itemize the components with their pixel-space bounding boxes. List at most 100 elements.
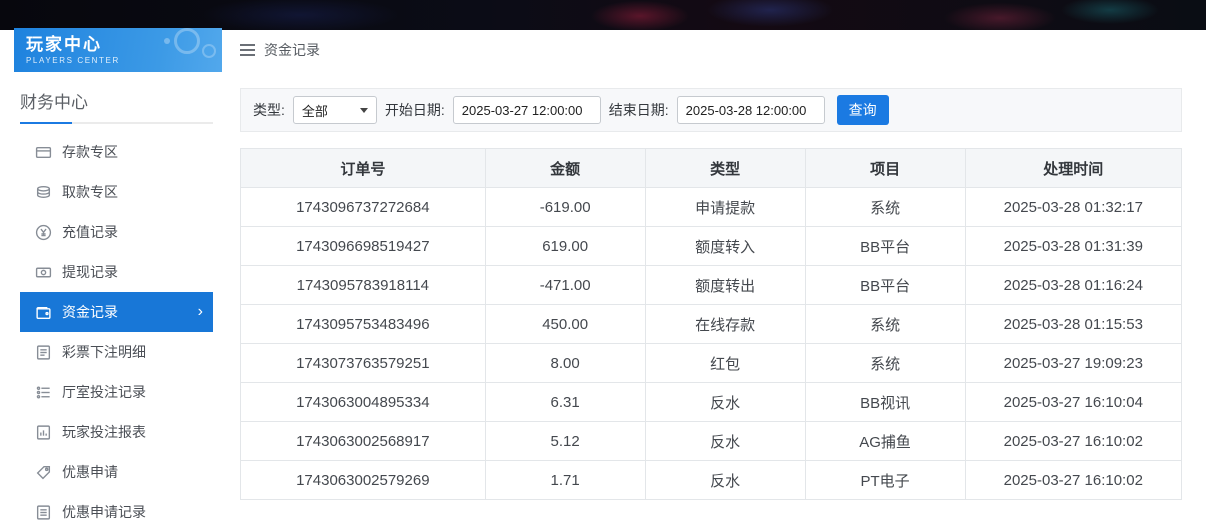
funds-icon [35, 304, 52, 321]
table-cell: 系统 [805, 188, 965, 227]
sidebar-item-fund-records[interactable]: 资金记录› [20, 292, 213, 332]
table-cell: 2025-03-27 19:09:23 [965, 344, 1181, 383]
sidebar-item-player-bet-report[interactable]: 玩家投注报表 [20, 412, 213, 452]
column-header: 类型 [645, 149, 805, 188]
section-underline [20, 122, 213, 124]
decorative-dot-icon [164, 38, 170, 44]
start-date-input[interactable] [453, 96, 601, 124]
promo-record-icon [35, 504, 52, 521]
table-cell: PT电子 [805, 461, 965, 500]
top-banner [0, 0, 1206, 30]
table-cell: -619.00 [485, 188, 645, 227]
table-cell: 1743095753483496 [241, 305, 486, 344]
table-cell: 2025-03-27 16:10:02 [965, 461, 1181, 500]
table-cell: BB平台 [805, 227, 965, 266]
table-cell: 2025-03-27 16:10:02 [965, 422, 1181, 461]
decorative-ring-icon [202, 44, 216, 58]
sidebar-item-promo-apply-records[interactable]: 优惠申请记录 [20, 492, 213, 532]
sidebar-item-cashout-records[interactable]: 提现记录 [20, 252, 213, 292]
end-date-label: 结束日期: [609, 100, 669, 120]
table-cell: 反水 [645, 383, 805, 422]
table-cell: 1743063002568917 [241, 422, 486, 461]
sidebar-item-withdraw-zone[interactable]: 取款专区 [20, 172, 213, 212]
table-cell: 2025-03-28 01:32:17 [965, 188, 1181, 227]
deposit-icon [35, 144, 52, 161]
table-cell: 反水 [645, 422, 805, 461]
table-row: 1743096698519427619.00额度转入BB平台2025-03-28… [241, 227, 1182, 266]
page-layout: 玩家中心 PLAYERS CENTER 财务中心 存款专区取款专区充值记录提现记… [0, 30, 1206, 508]
type-select[interactable]: 全部 [293, 96, 377, 124]
start-date-label: 开始日期: [385, 100, 445, 120]
table-cell: 2025-03-28 01:31:39 [965, 227, 1181, 266]
promo-icon [35, 464, 52, 481]
sidebar-item-label: 提现记录 [62, 262, 118, 282]
table-cell: 1743095783918114 [241, 266, 486, 305]
hamburger-menu-icon[interactable] [240, 44, 255, 56]
table-cell: 申请提款 [645, 188, 805, 227]
table-cell: -471.00 [485, 266, 645, 305]
table-cell: 反水 [645, 461, 805, 500]
sidebar-item-deposit-zone[interactable]: 存款专区 [20, 132, 213, 172]
sidebar-item-label: 彩票下注明细 [62, 342, 146, 362]
sidebar-item-lottery-bet-details[interactable]: 彩票下注明细 [20, 332, 213, 372]
table-cell: 1743096698519427 [241, 227, 486, 266]
table-cell: BB平台 [805, 266, 965, 305]
table-row: 17430737635792518.00红包系统2025-03-27 19:09… [241, 344, 1182, 383]
sidebar-item-hall-bet-records[interactable]: 厅室投注记录 [20, 372, 213, 412]
column-header: 处理时间 [965, 149, 1181, 188]
lottery-icon [35, 344, 52, 361]
table-cell: 8.00 [485, 344, 645, 383]
column-header: 项目 [805, 149, 965, 188]
table-row: 17430630048953346.31反水BB视讯2025-03-27 16:… [241, 383, 1182, 422]
end-date-input[interactable] [677, 96, 825, 124]
sidebar-section-title: 财务中心 [20, 88, 208, 122]
sidebar-item-label: 充值记录 [62, 222, 118, 242]
sidebar-item-label: 取款专区 [62, 182, 118, 202]
sidebar-item-promo-apply[interactable]: 优惠申请 [20, 452, 213, 492]
table-header-row: 订单号金额类型项目处理时间 [241, 149, 1182, 188]
search-button[interactable]: 查询 [837, 95, 889, 125]
funds-table: 订单号金额类型项目处理时间 1743096737272684-619.00申请提… [240, 148, 1182, 500]
table-cell: 2025-03-27 16:10:04 [965, 383, 1181, 422]
decorative-ring-icon [174, 28, 200, 54]
sidebar-item-label: 优惠申请 [62, 462, 118, 482]
cashout-icon [35, 264, 52, 281]
table-cell: 1.71 [485, 461, 645, 500]
table-cell: 在线存款 [645, 305, 805, 344]
filter-bar: 类型: 全部 开始日期: 结束日期: 查询 [240, 88, 1182, 132]
sidebar: 玩家中心 PLAYERS CENTER 财务中心 存款专区取款专区充值记录提现记… [0, 30, 228, 508]
table-cell: 1743073763579251 [241, 344, 486, 383]
report-icon [35, 424, 52, 441]
table-cell: 额度转出 [645, 266, 805, 305]
withdraw-icon [35, 184, 52, 201]
table-cell: 2025-03-28 01:16:24 [965, 266, 1181, 305]
table-cell: 1743063002579269 [241, 461, 486, 500]
table-row: 1743095753483496450.00在线存款系统2025-03-28 0… [241, 305, 1182, 344]
table-body: 1743096737272684-619.00申请提款系统2025-03-28 … [241, 188, 1182, 500]
sidebar-item-recharge-records[interactable]: 充值记录 [20, 212, 213, 252]
breadcrumb: 资金记录 [240, 30, 1182, 70]
main-content: 资金记录 类型: 全部 开始日期: 结束日期: 查询 订单号金额类型项目处理时间… [228, 30, 1206, 508]
sidebar-item-label: 资金记录 [62, 302, 118, 322]
table-cell: 额度转入 [645, 227, 805, 266]
sidebar-item-label: 厅室投注记录 [62, 382, 146, 402]
table-cell: 450.00 [485, 305, 645, 344]
table-cell: 1743063004895334 [241, 383, 486, 422]
type-select-value: 全部 [302, 101, 328, 120]
chevron-down-icon [360, 108, 368, 113]
table-cell: 2025-03-28 01:15:53 [965, 305, 1181, 344]
table-cell: BB视讯 [805, 383, 965, 422]
column-header: 订单号 [241, 149, 486, 188]
recharge-icon [35, 224, 52, 241]
table-cell: 1743096737272684 [241, 188, 486, 227]
hall-icon [35, 384, 52, 401]
sidebar-item-label: 优惠申请记录 [62, 502, 146, 522]
table-row: 17430630025689175.12反水AG捕鱼2025-03-27 16:… [241, 422, 1182, 461]
sidebar-item-label: 存款专区 [62, 142, 118, 162]
page-title: 资金记录 [264, 40, 320, 60]
table-row: 1743096737272684-619.00申请提款系统2025-03-28 … [241, 188, 1182, 227]
type-filter-label: 类型: [253, 100, 285, 120]
sidebar-header: 玩家中心 PLAYERS CENTER [14, 28, 222, 72]
table-cell: AG捕鱼 [805, 422, 965, 461]
table-cell: 系统 [805, 305, 965, 344]
